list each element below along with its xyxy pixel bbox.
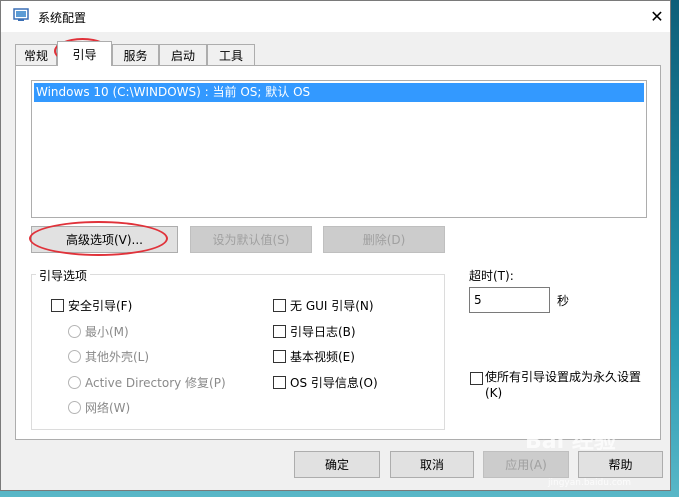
- checkbox-box[interactable]: [470, 372, 483, 385]
- boot-options-group-title: 引导选项: [36, 267, 91, 284]
- close-icon: ✕: [650, 6, 664, 26]
- tab-boot[interactable]: 引导: [57, 41, 112, 66]
- title-bar[interactable]: 系统配置 ✕: [1, 1, 670, 32]
- boot-entry-list[interactable]: Windows 10 (C:\WINDOWS) : 当前 OS; 默认 OS: [31, 80, 647, 218]
- timeout-input[interactable]: 5: [469, 287, 550, 313]
- apply-button[interactable]: 应用(A): [483, 451, 569, 478]
- boot-log-checkbox[interactable]: 引导日志(B): [273, 323, 356, 340]
- tab-tools[interactable]: 工具: [207, 44, 255, 65]
- checkbox-box[interactable]: [273, 325, 286, 338]
- timeout-unit-label: 秒: [557, 294, 570, 308]
- delete-button[interactable]: 删除(D): [323, 226, 445, 253]
- checkbox-box[interactable]: [273, 376, 286, 389]
- safe-boot-checkbox[interactable]: 安全引导(F): [51, 297, 132, 314]
- checkbox-box[interactable]: [51, 299, 64, 312]
- base-video-checkbox[interactable]: 基本视频(E): [273, 348, 355, 365]
- radio-circle[interactable]: [68, 376, 81, 389]
- radio-circle[interactable]: [68, 401, 81, 414]
- boot-entry-windows10[interactable]: Windows 10 (C:\WINDOWS) : 当前 OS; 默认 OS: [34, 83, 644, 102]
- tab-services[interactable]: 服务: [112, 44, 159, 65]
- radio-circle[interactable]: [68, 325, 81, 338]
- system-config-app-icon: [13, 8, 29, 21]
- close-button[interactable]: ✕: [642, 1, 672, 31]
- active-directory-repair-radio[interactable]: Active Directory 修复(P): [68, 374, 226, 391]
- radio-circle[interactable]: [68, 350, 81, 363]
- make-permanent-checkbox[interactable]: 使所有引导设置成为永久设置(K): [470, 369, 655, 401]
- help-button[interactable]: 帮助: [578, 451, 663, 478]
- checkbox-box[interactable]: [273, 299, 286, 312]
- os-boot-info-checkbox[interactable]: OS 引导信息(O): [273, 374, 378, 391]
- network-radio[interactable]: 网络(W): [68, 399, 130, 416]
- cancel-button[interactable]: 取消: [390, 451, 474, 478]
- timeout-label: 超时(T):: [469, 269, 514, 283]
- alternate-shell-radio[interactable]: 其他外壳(L): [68, 348, 149, 365]
- watermark-logo: Bai 经验: [525, 429, 616, 454]
- tab-general[interactable]: 常规: [15, 44, 57, 65]
- watermark-url: jingyan.baidu.com: [548, 478, 632, 488]
- tab-startup[interactable]: 启动: [159, 44, 207, 65]
- ok-button[interactable]: 确定: [294, 451, 380, 478]
- advanced-options-button[interactable]: 高级选项(V)...: [31, 226, 178, 253]
- no-gui-boot-checkbox[interactable]: 无 GUI 引导(N): [273, 297, 374, 314]
- set-as-default-button[interactable]: 设为默认值(S): [190, 226, 312, 253]
- checkbox-box[interactable]: [273, 350, 286, 363]
- window-title: 系统配置: [38, 11, 87, 25]
- minimal-radio[interactable]: 最小(M): [68, 323, 129, 340]
